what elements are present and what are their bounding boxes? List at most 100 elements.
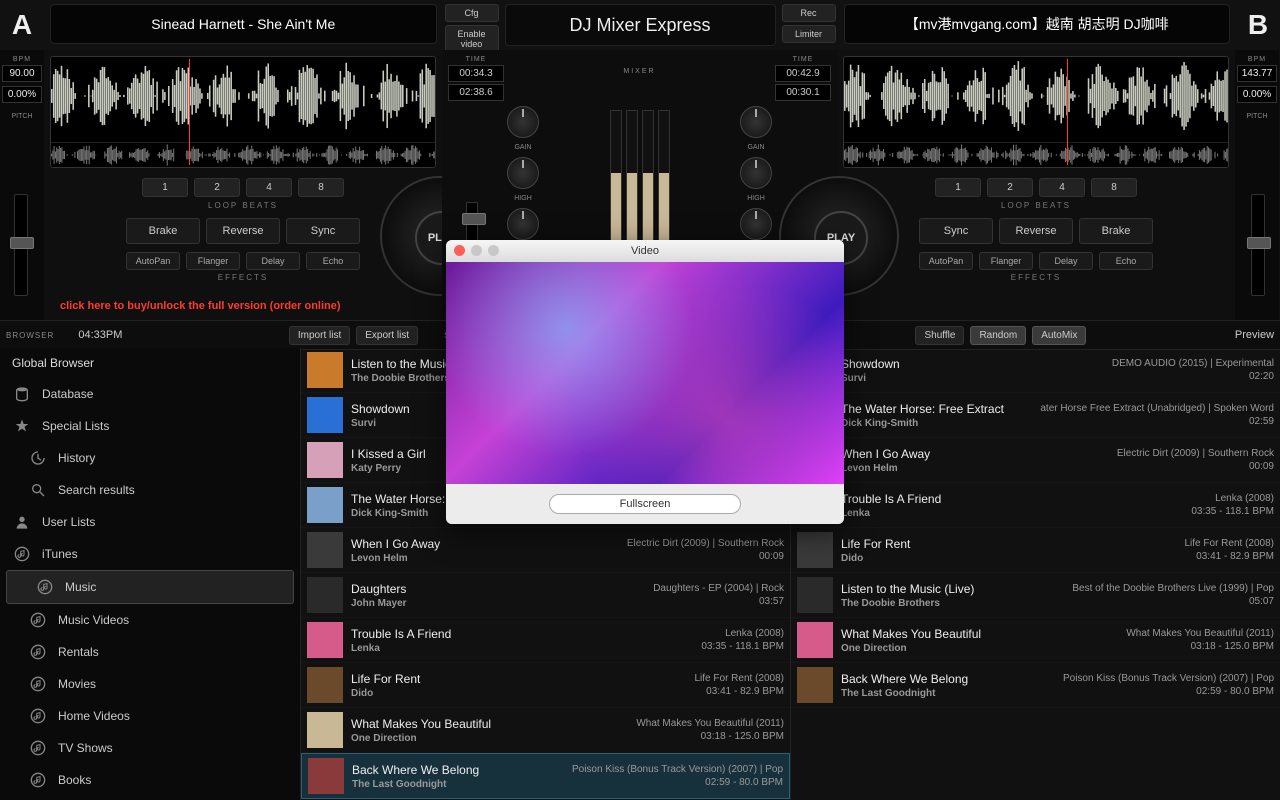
deck-b-sync[interactable]: Sync bbox=[919, 218, 993, 244]
track-artist: One Direction bbox=[841, 643, 1120, 654]
deck-b-loop-8[interactable]: 8 bbox=[1091, 178, 1137, 197]
unlock-message-link[interactable]: click here to buy/unlock the full versio… bbox=[60, 300, 341, 312]
track-row[interactable]: Life For RentDidoLife For Rent (2008)03:… bbox=[301, 663, 790, 708]
fullscreen-button[interactable]: Fullscreen bbox=[549, 494, 742, 514]
deck-b-brake[interactable]: Brake bbox=[1079, 218, 1153, 244]
sidebar-item-itunes[interactable]: iTunes bbox=[0, 538, 300, 570]
deck-a-sync[interactable]: Sync bbox=[286, 218, 360, 244]
track-row[interactable]: Trouble Is A FriendLenkaLenka (2008)03:3… bbox=[791, 483, 1280, 528]
sidebar-item-home-videos[interactable]: Home Videos bbox=[0, 700, 300, 732]
deck-b-gain-knob[interactable] bbox=[740, 106, 772, 138]
deck-a-brake[interactable]: Brake bbox=[126, 218, 200, 244]
deck-b-fx-autopan[interactable]: AutoPan bbox=[919, 252, 973, 270]
sidebar-item-pdfs[interactable]: PDFs bbox=[0, 796, 300, 800]
track-row[interactable]: Trouble Is A FriendLenkaLenka (2008)03:3… bbox=[301, 618, 790, 663]
deck-b-loop-1[interactable]: 1 bbox=[935, 178, 981, 197]
limiter-button[interactable]: Limiter bbox=[782, 25, 836, 43]
track-duration: 02:59 - 80.0 BPM bbox=[705, 777, 783, 788]
deck-b-loop-2[interactable]: 2 bbox=[987, 178, 1033, 197]
deck-b-mid-knob[interactable] bbox=[740, 208, 772, 240]
deck-a-loop-8[interactable]: 8 bbox=[298, 178, 344, 197]
sidebar-item-search-results[interactable]: Search results bbox=[0, 474, 300, 506]
sidebar-item-movies[interactable]: Movies bbox=[0, 668, 300, 700]
track-duration: 03:57 bbox=[759, 596, 784, 607]
track-row[interactable]: When I Go AwayLevon HelmElectric Dirt (2… bbox=[791, 438, 1280, 483]
deck-b-waveform[interactable] bbox=[843, 56, 1229, 168]
track-row[interactable]: Back Where We BelongThe Last GoodnightPo… bbox=[791, 663, 1280, 708]
deck-a-fx-echo[interactable]: Echo bbox=[306, 252, 360, 270]
import-list-button[interactable]: Import list bbox=[289, 326, 350, 345]
deck-a-loop-1[interactable]: 1 bbox=[142, 178, 188, 197]
deck-b-label: B bbox=[1248, 9, 1268, 41]
deck-a-loop-4[interactable]: 4 bbox=[246, 178, 292, 197]
deck-a-reverse[interactable]: Reverse bbox=[206, 218, 280, 244]
track-duration: 03:35 - 118.1 BPM bbox=[701, 641, 784, 652]
album-art-icon bbox=[307, 352, 343, 388]
deck-a-loop-2[interactable]: 2 bbox=[194, 178, 240, 197]
preview-label[interactable]: Preview bbox=[1235, 329, 1274, 341]
enable-video-button[interactable]: Enable video bbox=[445, 25, 499, 53]
track-title: When I Go Away bbox=[351, 537, 621, 551]
deck-b-fx-delay[interactable]: Delay bbox=[1039, 252, 1093, 270]
sidebar-item-special-lists[interactable]: Special Lists bbox=[0, 410, 300, 442]
pitch-label: PITCH bbox=[1247, 113, 1268, 120]
note-icon bbox=[28, 738, 48, 758]
video-window-title: Video bbox=[631, 245, 659, 257]
video-window-titlebar[interactable]: Video bbox=[446, 240, 844, 262]
deck-a-gain-knob[interactable] bbox=[507, 106, 539, 138]
album-art-icon bbox=[797, 532, 833, 568]
deck-a-bpm-value: 90.00 bbox=[2, 65, 42, 82]
deck-b-pitch-fader[interactable] bbox=[1251, 194, 1265, 296]
track-row[interactable]: The Water Horse: Free ExtractDick King-S… bbox=[791, 393, 1280, 438]
deck-a-pitch-fader[interactable] bbox=[14, 194, 28, 296]
deck-a-fx-flanger[interactable]: Flanger bbox=[186, 252, 240, 270]
deck-a-high-knob[interactable] bbox=[507, 157, 539, 189]
track-row[interactable]: When I Go AwayLevon HelmElectric Dirt (2… bbox=[301, 528, 790, 573]
random-button[interactable]: Random bbox=[970, 326, 1026, 345]
sidebar-item-user-lists[interactable]: User Lists bbox=[0, 506, 300, 538]
cfg-button[interactable]: Cfg bbox=[445, 4, 499, 22]
track-row[interactable]: Listen to the Music (Live)The Doobie Bro… bbox=[791, 573, 1280, 618]
deck-b-reverse[interactable]: Reverse bbox=[999, 218, 1073, 244]
track-row[interactable]: DaughtersJohn MayerDaughters - EP (2004)… bbox=[301, 573, 790, 618]
sidebar-item-music-videos[interactable]: Music Videos bbox=[0, 604, 300, 636]
sidebar-item-books[interactable]: Books bbox=[0, 764, 300, 796]
track-title: Daughters bbox=[351, 582, 647, 596]
track-meta: Poison Kiss (Bonus Track Version) (2007)… bbox=[1063, 673, 1274, 684]
deck-b-fx-flanger[interactable]: Flanger bbox=[979, 252, 1033, 270]
video-window[interactable]: Video Fullscreen bbox=[446, 240, 844, 524]
deck-a-fx-autopan[interactable]: AutoPan bbox=[126, 252, 180, 270]
sidebar-item-history[interactable]: History bbox=[0, 442, 300, 474]
close-icon[interactable] bbox=[454, 245, 465, 256]
track-meta: Lenka (2008) bbox=[725, 628, 784, 639]
album-art-icon bbox=[307, 442, 343, 478]
deck-b-loop-4[interactable]: 4 bbox=[1039, 178, 1085, 197]
sidebar-item-music[interactable]: Music bbox=[6, 570, 294, 604]
loop-beats-label: LOOP BEATS bbox=[845, 201, 1227, 210]
export-list-button[interactable]: Export list bbox=[356, 326, 418, 345]
track-row[interactable]: Life For RentDidoLife For Rent (2008)03:… bbox=[791, 528, 1280, 573]
deck-a-fx-delay[interactable]: Delay bbox=[246, 252, 300, 270]
sidebar-item-rentals[interactable]: Rentals bbox=[0, 636, 300, 668]
rec-button[interactable]: Rec bbox=[782, 4, 836, 22]
sidebar-item-label: User Lists bbox=[42, 515, 95, 529]
minimize-icon[interactable] bbox=[471, 245, 482, 256]
sidebar-item-database[interactable]: Database bbox=[0, 378, 300, 410]
track-artist: Dido bbox=[351, 688, 689, 699]
deck-a-loop-row: 1248 bbox=[52, 178, 434, 197]
sidebar-item-tv-shows[interactable]: TV Shows bbox=[0, 732, 300, 764]
album-art-icon bbox=[797, 622, 833, 658]
track-row[interactable]: What Makes You BeautifulOne DirectionWha… bbox=[301, 708, 790, 753]
deck-b-track-title: 【mv港mvgang.com】越南 胡志明 DJ咖啡 bbox=[844, 4, 1231, 44]
track-row[interactable]: ShowdownSurviDEMO AUDIO (2015) | Experim… bbox=[791, 348, 1280, 393]
track-row[interactable]: What Makes You BeautifulOne DirectionWha… bbox=[791, 618, 1280, 663]
deck-b-fx-echo[interactable]: Echo bbox=[1099, 252, 1153, 270]
shuffle-button[interactable]: Shuffle bbox=[915, 326, 964, 345]
maximize-icon[interactable] bbox=[488, 245, 499, 256]
deck-a-mid-knob[interactable] bbox=[507, 208, 539, 240]
automix-button[interactable]: AutoMix bbox=[1032, 326, 1086, 345]
deck-b-high-knob[interactable] bbox=[740, 157, 772, 189]
deck-a: 1248 LOOP BEATS BrakeReverseSync AutoPan… bbox=[44, 50, 442, 320]
track-row[interactable]: Back Where We BelongThe Last GoodnightPo… bbox=[301, 753, 790, 799]
deck-a-waveform[interactable] bbox=[50, 56, 436, 168]
